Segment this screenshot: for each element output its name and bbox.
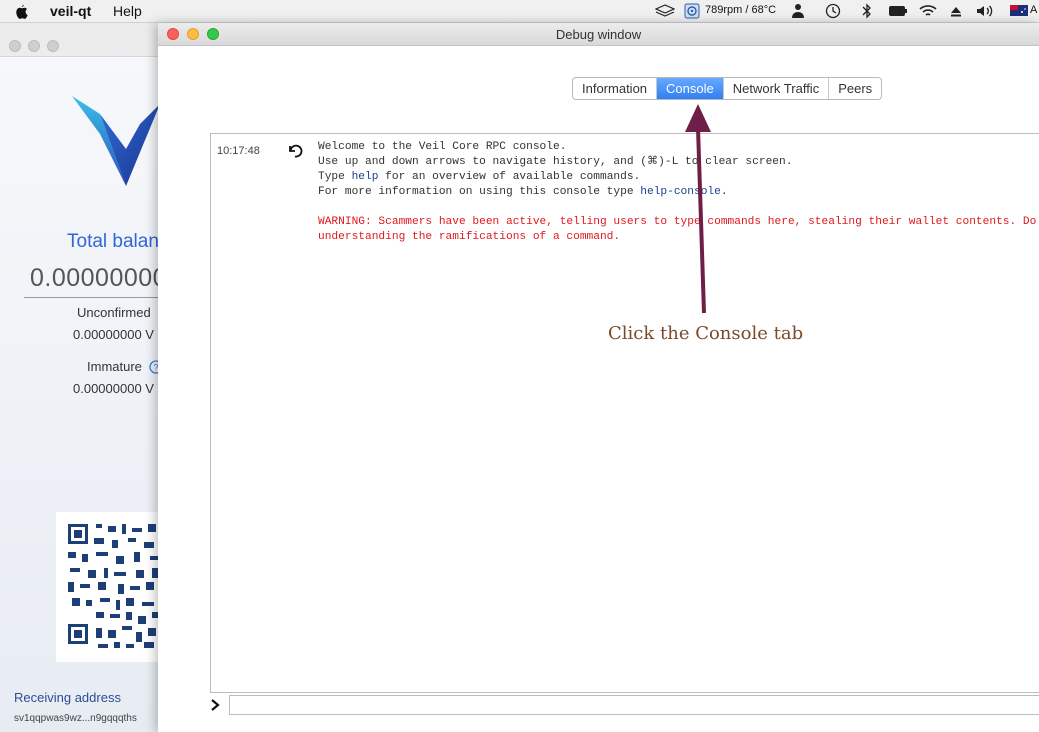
annotation-arrow [685, 104, 711, 314]
annotation-text: Click the Console tab [608, 323, 804, 344]
